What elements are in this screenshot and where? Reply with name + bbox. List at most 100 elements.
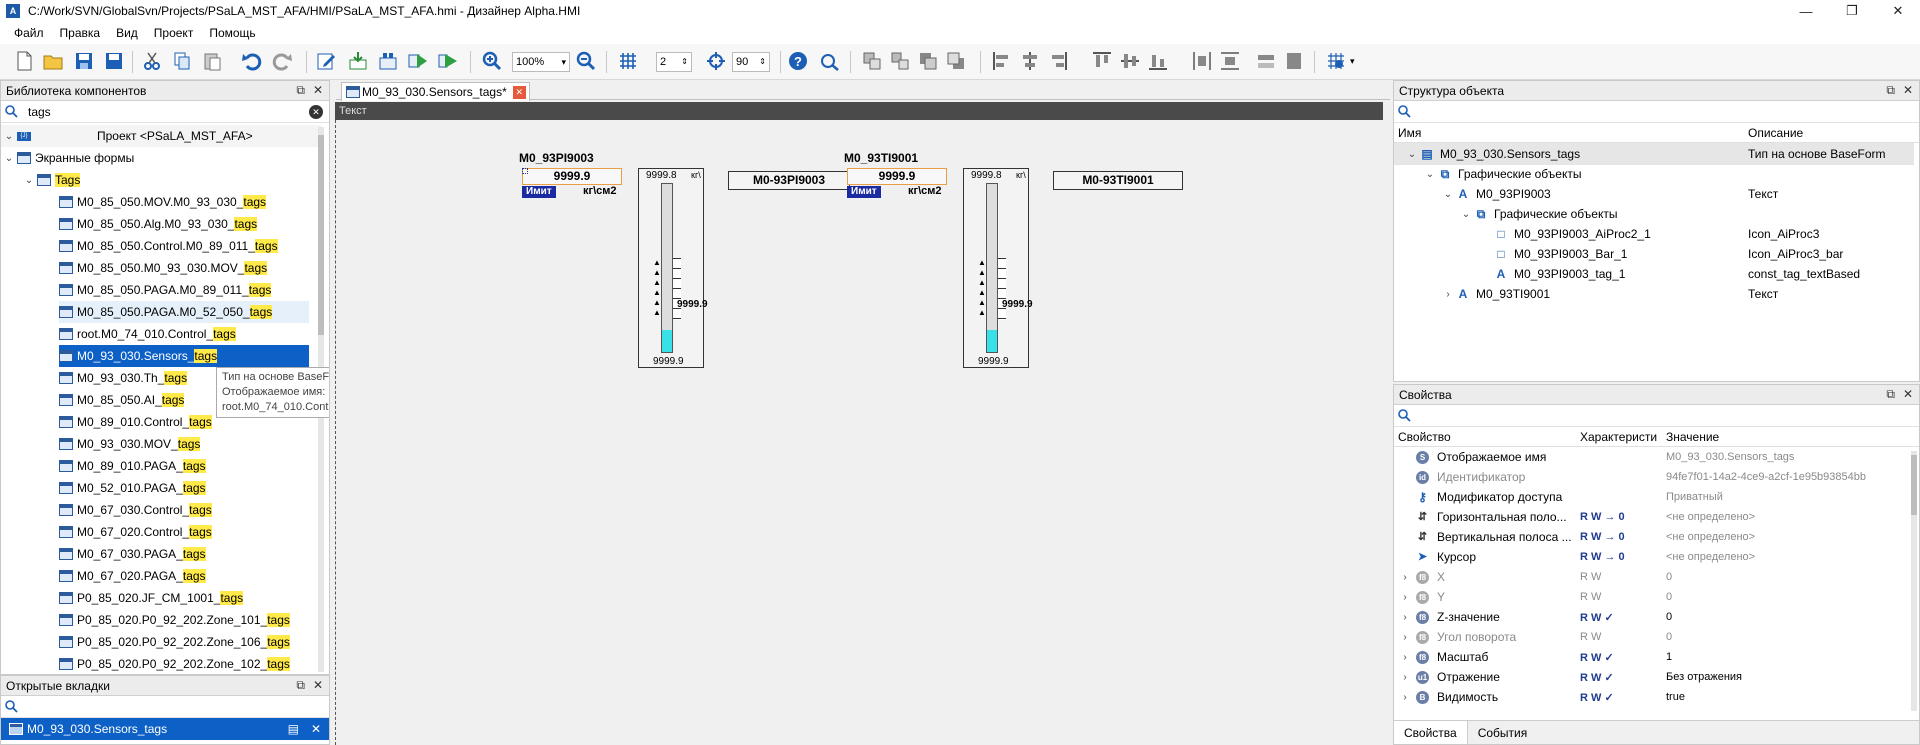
col-characteristics[interactable]: Характеристи <box>1580 430 1660 444</box>
menu-help[interactable]: Помощь <box>201 26 263 40</box>
library-item[interactable]: M0_85_050.MOV.M0_93_030_ tags <box>59 191 267 213</box>
sensor1-bar[interactable]: 9999.8 кг\ ▲ ▲ ▲ ▲ ▲ ▲ 9999.9 9999.9 <box>638 168 708 368</box>
search-help-icon[interactable] <box>818 49 842 73</box>
property-row[interactable]: id Идентификатор 94fe7f01-14a2-4ce9-a2cf-1… <box>1394 467 1914 487</box>
property-row[interactable]: ⚷ Модификатор доступа Приватный <box>1394 487 1914 507</box>
sensor1-name[interactable]: M0_93PI9003 <box>519 151 594 165</box>
zoom-in-icon[interactable] <box>480 49 504 73</box>
property-value[interactable]: Без отражения <box>1666 671 1742 683</box>
close-button[interactable]: ✕ <box>1875 0 1920 22</box>
editor-tab[interactable]: M0_93_030.Sensors_tags* ✕ <box>341 82 530 101</box>
structure-row[interactable]: › A M0_93TI9001 Текст <box>1394 283 1914 305</box>
property-value[interactable]: <не определено> <box>1666 551 1755 563</box>
menu-file[interactable]: Файл <box>6 26 52 40</box>
close-panel-icon[interactable]: ✕ <box>1903 387 1913 402</box>
property-row[interactable]: › f8 X R W 0 <box>1394 567 1914 587</box>
sensor1-value[interactable]: 9999.9 <box>522 168 622 185</box>
group-icon[interactable] <box>860 49 884 73</box>
library-item[interactable]: M0_93_030.MOV_ tags <box>59 433 201 455</box>
library-item[interactable]: M0_67_020.PAGA_ tags <box>59 565 206 587</box>
grid-size-spinner[interactable]: 2 ⇕ <box>656 52 692 72</box>
zoom-select[interactable]: 100% ▾ <box>512 52 570 72</box>
import-icon[interactable] <box>346 49 370 73</box>
rotate-icon[interactable] <box>704 49 728 73</box>
library-item[interactable]: M0_89_010.PAGA_ tags <box>59 455 206 477</box>
property-value[interactable]: true <box>1666 691 1685 703</box>
property-value[interactable]: <не определено> <box>1666 531 1755 543</box>
library-item[interactable]: P0_85_020.P0_92_202.Zone_106_ tags <box>59 631 290 653</box>
tab-properties[interactable]: Свойства <box>1394 721 1468 744</box>
sensor2-name[interactable]: M0_93TI9001 <box>844 151 918 165</box>
tab-menu-icon[interactable]: ▤ <box>288 722 299 736</box>
library-item[interactable]: M0_67_030.PAGA_ tags <box>59 543 206 565</box>
float-icon[interactable]: ⧉ <box>1886 83 1895 98</box>
save-all-icon[interactable] <box>102 49 126 73</box>
expand-arrow-icon[interactable]: › <box>1394 572 1416 583</box>
structure-row[interactable]: □ M0_93PI9003_Bar_1 Icon_AiProc3_bar <box>1394 243 1914 265</box>
snap-icon[interactable] <box>1324 49 1348 73</box>
expand-arrow-icon[interactable]: ⌄ <box>1440 189 1456 200</box>
float-icon[interactable]: ⧉ <box>296 678 305 693</box>
expand-arrow-icon[interactable]: › <box>1394 592 1416 603</box>
copy-icon[interactable] <box>170 49 194 73</box>
structure-row[interactable]: A M0_93PI9003_tag_1 const_tag_textBased <box>1394 263 1914 285</box>
open-tabs-search[interactable] <box>1 696 329 718</box>
same-width-icon[interactable] <box>1254 49 1278 73</box>
align-center-icon[interactable] <box>1018 49 1042 73</box>
property-value[interactable]: <не определено> <box>1666 511 1755 523</box>
align-right-icon[interactable] <box>1046 49 1070 73</box>
library-search[interactable]: tags ✕ <box>1 101 329 123</box>
expand-arrow-icon[interactable]: › <box>1440 289 1456 300</box>
library-item[interactable]: M0_93_030.Sensors_ tags <box>59 345 309 367</box>
properties-search[interactable] <box>1394 405 1919 427</box>
play-icon[interactable] <box>436 49 460 73</box>
float-icon[interactable]: ⧉ <box>1886 387 1895 402</box>
float-icon[interactable]: ⧉ <box>296 83 305 98</box>
bring-front-icon[interactable] <box>916 49 940 73</box>
library-item[interactable]: M0_85_050.Control.M0_89_011_ tags <box>59 235 278 257</box>
menu-edit[interactable]: Правка <box>52 26 109 40</box>
library-item[interactable]: M0_93_030.Th_ tags <box>59 367 188 389</box>
tag-box-1[interactable]: M0-93PI9003 <box>728 171 850 190</box>
property-value[interactable]: 94fe7f01-14a2-4ce9-a2cf-1e95b93854bb <box>1666 471 1866 483</box>
library-item[interactable]: P0_85_020.P0_92_202.Zone_102_ tags <box>59 653 290 674</box>
save-icon[interactable] <box>72 49 96 73</box>
property-value[interactable]: 0 <box>1666 591 1672 603</box>
library-item[interactable]: M0_85_050.M0_93_030.MOV_ tags <box>59 257 268 279</box>
library-search-input[interactable]: tags <box>28 105 51 119</box>
structure-row[interactable]: ⌄ A M0_93PI9003 Текст <box>1394 183 1914 205</box>
undo-icon[interactable] <box>240 49 264 73</box>
property-row[interactable]: S Отображаемое имя M0_93_030.Sensors_tags <box>1394 447 1914 467</box>
project-row[interactable]: ⌄ {J} Проект <PSaLA_MST_AFA> <box>1 125 321 147</box>
align-top-icon[interactable] <box>1090 49 1114 73</box>
align-bottom-icon[interactable] <box>1146 49 1170 73</box>
library-item[interactable]: M0_85_050.PAGA.M0_52_050_ tags <box>59 301 309 323</box>
library-item[interactable]: P0_85_020.P0_92_202.Zone_101_ tags <box>59 609 290 631</box>
close-tab-icon[interactable]: ✕ <box>311 722 321 736</box>
paste-icon[interactable] <box>200 49 224 73</box>
library-item[interactable]: M0_67_020.Control_ tags <box>59 521 212 543</box>
close-panel-icon[interactable]: ✕ <box>313 678 323 693</box>
tag-box-2[interactable]: M0-93TI9001 <box>1053 171 1183 190</box>
property-row[interactable]: › f8 Масштаб R W ✓ 1 <box>1394 647 1914 667</box>
redo-icon[interactable] <box>270 49 294 73</box>
tree-tags-folder[interactable]: ⌄ Tags <box>21 169 81 191</box>
col-name[interactable]: Имя <box>1398 126 1421 140</box>
close-panel-icon[interactable]: ✕ <box>1903 83 1913 98</box>
open-folder-icon[interactable] <box>41 49 65 73</box>
open-tab-item[interactable]: M0_93_030.Sensors_tags ▤ ✕ <box>1 718 329 740</box>
menu-project[interactable]: Проект <box>146 26 202 40</box>
property-value[interactable]: M0_93_030.Sensors_tags <box>1666 451 1794 463</box>
structure-row[interactable]: ⌄ ▤ M0_93_030.Sensors_tags Тип на основе Ba… <box>1394 143 1914 165</box>
distribute-v-icon[interactable] <box>1218 49 1242 73</box>
library-item[interactable]: M0_67_030.Control_ tags <box>59 499 212 521</box>
property-row[interactable]: ⇵ Горизонтальная поло... R W → 0 <не опреде… <box>1394 507 1914 527</box>
library-item[interactable]: M0_52_010.PAGA_ tags <box>59 477 206 499</box>
properties-scrollbar[interactable] <box>1911 451 1917 711</box>
property-value[interactable]: 0 <box>1666 571 1672 583</box>
grid-icon[interactable] <box>616 49 640 73</box>
library-item[interactable]: M0_85_050.PAGA.M0_89_011_ tags <box>59 279 272 301</box>
help-icon[interactable]: ? <box>786 49 810 73</box>
col-property[interactable]: Свойство <box>1398 430 1451 444</box>
close-tab-icon[interactable]: ✕ <box>512 86 526 99</box>
